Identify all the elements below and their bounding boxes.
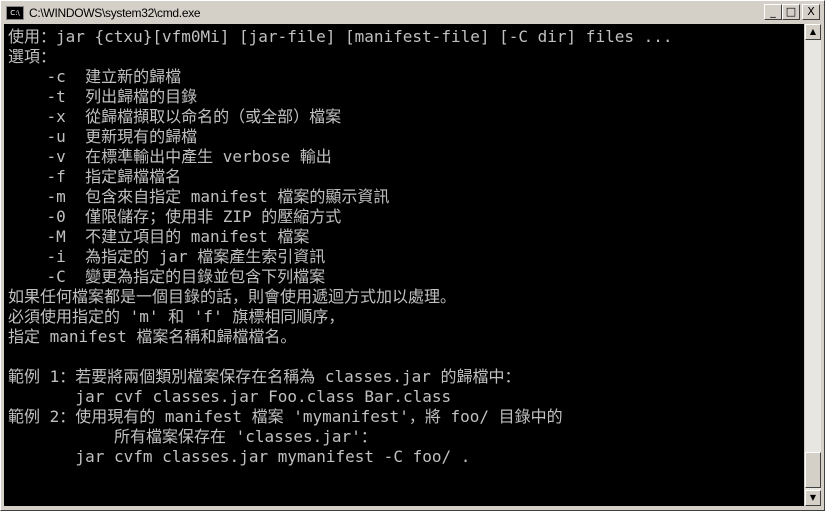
scroll-down-arrow-icon[interactable]: ▼ (805, 490, 821, 506)
console-line: jar cvfm classes.jar mymanifest -C foo/ … (8, 447, 471, 466)
console-line: -M 不建立項目的 manifest 檔案 (8, 227, 310, 246)
console-line: 必須使用指定的 'm' 和 'f' 旗標相同順序， (8, 307, 345, 326)
close-button[interactable]: X (802, 4, 820, 20)
console-line: 如果任何檔案都是一個目錄的話，則會使用遞迴方式加以處理。 (8, 287, 457, 306)
console-line: -v 在標準輸出中產生 verbose 輸出 (8, 147, 332, 166)
console-line: -i 為指定的 jar 檔案產生索引資訊 (8, 247, 326, 266)
minimize-button[interactable]: _ (764, 4, 782, 20)
console-line: -u 更新現有的歸檔 (8, 127, 198, 146)
console-line: 指定 manifest 檔案名稱和歸檔檔名。 (8, 327, 297, 346)
console-line: -t 列出歸檔的目錄 (8, 87, 198, 106)
vertical-scrollbar[interactable]: ▲ ▼ (805, 24, 821, 506)
console-line: 範例 1：若要將兩個類別檔案保存在名稱為 classes.jar 的歸檔中： (8, 367, 521, 386)
cmd-app-icon[interactable]: C:\ (6, 5, 24, 20)
console-line: -m 包含來自指定 manifest 檔案的顯示資訊 (8, 187, 390, 206)
scroll-up-arrow-icon[interactable]: ▲ (805, 24, 821, 40)
console-line: 所有檔案保存在 'classes.jar'： (8, 427, 377, 446)
scroll-thumb[interactable] (805, 452, 821, 488)
console-line: -f 指定歸檔檔名 (8, 167, 182, 186)
maximize-button[interactable]: □ (782, 4, 800, 20)
console-line: -C 變更為指定的目錄並包含下列檔案 (8, 267, 326, 286)
console-line: jar cvf classes.jar Foo.class Bar.class (8, 387, 452, 406)
console-line: 範例 2：使用現有的 manifest 檔案 'mymanifest'，將 fo… (8, 407, 563, 426)
cmd-window: C:\ C:\WINDOWS\system32\cmd.exe _ □ X 使用… (0, 0, 825, 511)
console-line: 使用：jar {ctxu}[vfm0Mi] [jar-file] [manife… (8, 27, 673, 46)
console-line: -0 僅限儲存；使用非 ZIP 的壓縮方式 (8, 207, 342, 226)
console-output[interactable]: 使用：jar {ctxu}[vfm0Mi] [jar-file] [manife… (4, 24, 804, 506)
title-bar[interactable]: C:\ C:\WINDOWS\system32\cmd.exe _ □ X (3, 3, 822, 22)
console-line: -c 建立新的歸檔 (8, 67, 182, 86)
console-line: -x 從歸檔擷取以命名的（或全部）檔案 (8, 107, 342, 126)
console-line: 選項： (8, 47, 57, 66)
window-title: C:\WINDOWS\system32\cmd.exe (29, 5, 201, 20)
